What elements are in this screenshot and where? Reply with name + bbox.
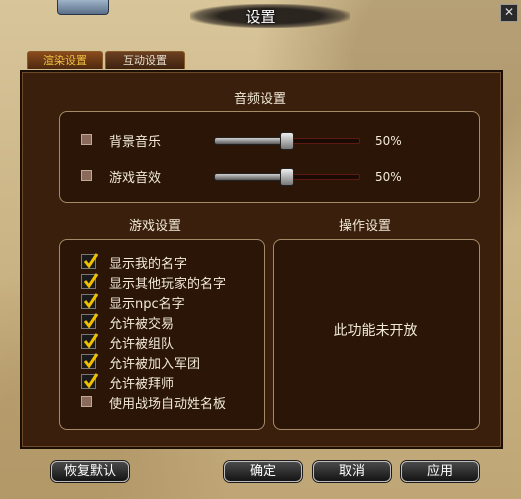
tab-render-settings[interactable]: 渲染设置 [27,51,103,69]
bgm-label: 背景音乐 [109,135,162,150]
close-button[interactable]: ✕ [500,4,518,22]
bgm-value: 50% [375,134,402,148]
sfx-slider-fill [214,173,286,181]
restore-default-button[interactable]: 恢复默认 [51,461,129,482]
check-allow-trade[interactable] [81,313,99,329]
check-icon [83,313,99,329]
confirm-button[interactable]: 确定 [224,461,302,482]
label-show-npc-name: 显示npc名字 [109,297,185,312]
game-settings-title: 游戏设置 [128,219,181,234]
sfx-slider-track[interactable] [292,174,360,180]
operation-settings-title: 操作设置 [338,219,391,234]
check-allow-party[interactable] [81,333,99,349]
check-icon [83,353,99,369]
check-allow-mentor[interactable] [81,373,99,389]
sfx-checkbox[interactable] [81,170,92,181]
label-allow-trade: 允许被交易 [109,317,175,332]
bgm-slider-track[interactable] [292,138,360,144]
check-icon [83,293,99,309]
bgm-slider-handle[interactable] [280,132,294,150]
check-icon [83,253,99,269]
audio-section-title: 音频设置 [233,92,286,107]
label-show-others-name: 显示其他玩家的名字 [109,277,227,292]
label-allow-legion: 允许被加入军团 [109,357,201,372]
tab-interaction-settings[interactable]: 互动设置 [105,51,185,69]
bgm-checkbox[interactable] [81,134,92,145]
check-show-my-name[interactable] [81,253,99,269]
check-allow-legion[interactable] [81,353,99,369]
label-allow-party: 允许被组队 [109,337,175,352]
sfx-label: 游戏音效 [109,171,162,186]
operation-unavailable-message: 此功能未开放 [333,323,418,339]
check-icon [83,373,99,389]
check-show-others-name[interactable] [81,273,99,289]
bgm-slider-fill [214,137,286,145]
check-battlefield-nameplate[interactable] [81,396,92,407]
sfx-slider-handle[interactable] [280,168,294,186]
label-battlefield-nameplate: 使用战场自动姓名板 [109,397,227,412]
label-allow-mentor: 允许被拜师 [109,377,175,392]
sfx-value: 50% [375,170,402,184]
window-title: 设置 [245,8,276,26]
check-icon [83,333,99,349]
cancel-button[interactable]: 取消 [313,461,391,482]
check-show-npc-name[interactable] [81,293,99,309]
apply-button[interactable]: 应用 [401,461,479,482]
audio-box [59,111,480,203]
label-show-my-name: 显示我的名字 [109,257,188,272]
check-icon [83,273,99,289]
